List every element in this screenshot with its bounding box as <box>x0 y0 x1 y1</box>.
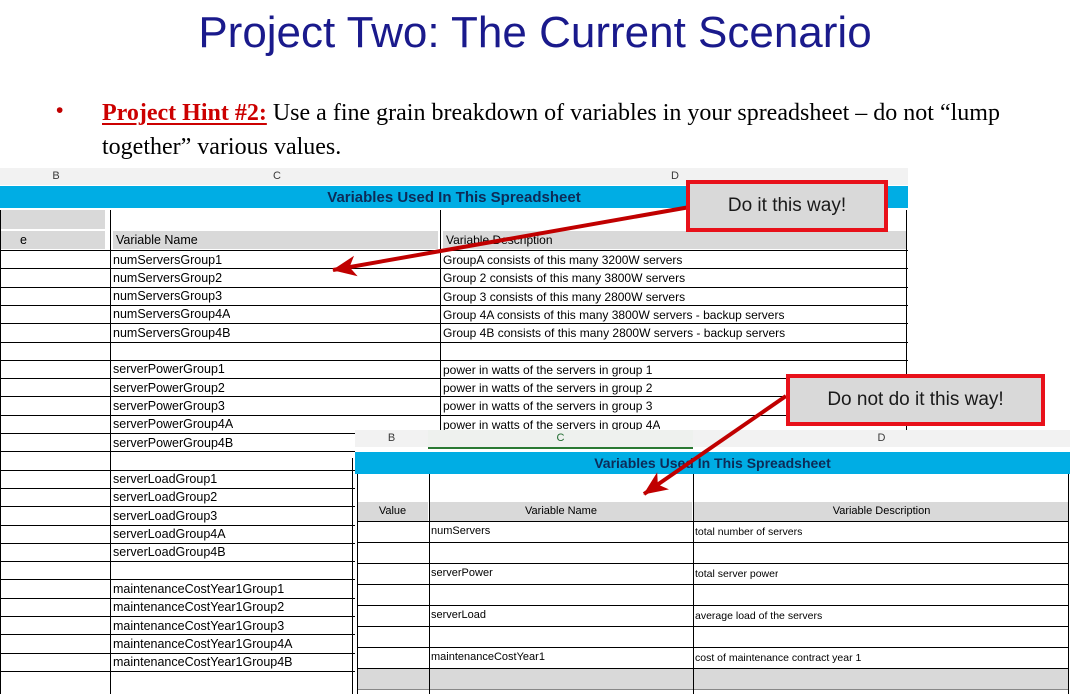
cell-variable-description[interactable]: total server power <box>695 568 778 581</box>
cell-variable-name[interactable]: serverPowerGroup1 <box>113 362 225 377</box>
cell-variable-name[interactable]: serverLoadGroup1 <box>113 472 217 487</box>
cell-variable-name[interactable]: serverPowerGroup2 <box>113 381 225 396</box>
cell-variable-name[interactable]: numServers <box>431 525 490 538</box>
grid-rowline <box>357 563 1069 564</box>
cell-variable-description[interactable]: cost of maintenance contract year 1 <box>695 652 861 665</box>
grid-vline <box>1068 474 1069 694</box>
grid-vline <box>352 458 353 694</box>
grid-vline <box>110 210 111 694</box>
cell-variable-name[interactable]: serverLoadGroup3 <box>113 509 217 524</box>
cell-variable-name[interactable]: serverLoadGroup4B <box>113 545 226 560</box>
column-header-c[interactable]: C <box>112 168 442 185</box>
spacer-gray-cell <box>0 210 105 229</box>
project-hint-label: Project Hint #2: <box>102 100 267 126</box>
spreadsheet-lumped[interactable]: B C D Variables Used In This Spreadsheet… <box>355 430 1070 694</box>
column-header-d[interactable]: D <box>693 430 1070 447</box>
grid-rowline <box>357 605 1069 606</box>
grid-rowline <box>0 378 908 380</box>
grid-rowline <box>357 542 1069 543</box>
header-value: e <box>0 231 105 249</box>
cell-variable-name[interactable]: maintenanceCostYear1Group4A <box>113 637 293 652</box>
grid-rowline <box>357 584 1069 585</box>
column-header-c-selected[interactable]: C <box>428 430 693 449</box>
cell-variable-name[interactable]: numServersGroup4A <box>113 307 230 322</box>
grid-vline <box>429 474 430 694</box>
grid-vline <box>0 210 1 694</box>
grid-rowline <box>0 268 908 270</box>
cell-variable-name[interactable]: serverPowerGroup4B <box>113 436 233 451</box>
header-variable-description: Variable Description <box>443 231 907 249</box>
callout-do-it-this-way: Do it this way! <box>686 180 888 232</box>
cell-variable-description[interactable]: GroupA consists of this many 3200W serve… <box>443 253 682 268</box>
grid-rowline <box>0 286 908 288</box>
grid-rowline <box>0 250 908 251</box>
cell-variable-name[interactable]: serverPower <box>431 567 493 580</box>
callout-do-not-do-it-this-way: Do not do it this way! <box>786 374 1045 426</box>
cell-variable-description[interactable]: Group 2 consists of this many 3800W serv… <box>443 271 685 286</box>
grid-vline <box>693 474 694 694</box>
cell-variable-description[interactable]: average load of the servers <box>695 610 822 623</box>
header-variable-name: Variable Name <box>113 231 438 249</box>
cell-variable-name[interactable]: numServersGroup1 <box>113 253 222 268</box>
grid-rowline <box>0 341 908 343</box>
cell-variable-name[interactable]: serverPowerGroup3 <box>113 399 225 414</box>
column-header-b[interactable]: B <box>0 168 112 185</box>
column-header-b[interactable]: B <box>355 430 428 447</box>
cell-variable-description[interactable]: total number of servers <box>695 526 802 539</box>
sheet-banner: Variables Used In This Spreadsheet <box>355 452 1070 474</box>
cell-variable-name[interactable]: numServersGroup4B <box>113 326 230 341</box>
grid-rowline <box>0 323 908 325</box>
bullet-marker: • <box>56 99 64 122</box>
page-title: Project Two: The Current Scenario <box>198 8 872 57</box>
grid-rowline <box>357 626 1069 627</box>
cell-variable-description[interactable]: Group 3 consists of this many 2800W serv… <box>443 290 685 305</box>
grid-rowline <box>0 396 908 398</box>
cell-variable-description[interactable]: Group 4A consists of this many 3800W ser… <box>443 308 784 323</box>
grid-rowline <box>357 647 1069 648</box>
header-variable-name: Variable Name <box>430 502 692 521</box>
cell-variable-name[interactable]: serverPowerGroup4A <box>113 417 233 432</box>
cell-variable-description[interactable]: power in watts of the servers in group 3 <box>443 399 652 414</box>
header-variable-description: Variable Description <box>694 502 1069 521</box>
bullet-text: Project Hint #2: Use a fine grain breakd… <box>102 96 1002 164</box>
cell-variable-description[interactable]: Group 4B consists of this many 2800W ser… <box>443 326 785 341</box>
cell-variable-name[interactable]: maintenanceCostYear1Group1 <box>113 582 284 597</box>
grid-rowline <box>357 521 1069 522</box>
cell-variable-description[interactable]: power in watts of the servers in group 1 <box>443 363 652 378</box>
trailing-gray-row <box>357 669 1069 689</box>
cell-variable-name[interactable]: maintenanceCostYear1Group4B <box>113 655 293 670</box>
cell-variable-name[interactable]: serverLoadGroup2 <box>113 490 217 505</box>
grid-rowline <box>0 359 908 361</box>
grid-rowline <box>0 414 908 416</box>
cell-variable-name[interactable]: maintenanceCostYear1Group3 <box>113 619 284 634</box>
slide: Project Two: The Current Scenario • Proj… <box>0 0 1070 694</box>
grid-rowline <box>0 304 908 306</box>
cell-variable-name[interactable]: maintenanceCostYear1 <box>431 651 545 664</box>
cell-variable-name[interactable]: maintenanceCostYear1Group2 <box>113 600 284 615</box>
grid-rowline <box>357 689 1069 690</box>
cell-variable-description[interactable]: power in watts of the servers in group 2 <box>443 381 652 396</box>
cell-variable-name[interactable]: serverLoad <box>431 609 486 622</box>
grid-vline <box>357 474 358 694</box>
header-value: Value <box>357 502 428 521</box>
cell-variable-name[interactable]: serverLoadGroup4A <box>113 527 226 542</box>
cell-variable-name[interactable]: numServersGroup2 <box>113 271 222 286</box>
cell-variable-name[interactable]: numServersGroup3 <box>113 289 222 304</box>
